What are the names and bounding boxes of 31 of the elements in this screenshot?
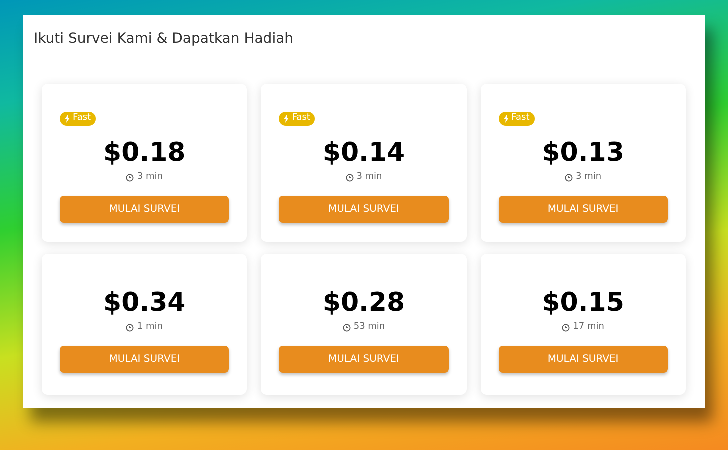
start-survey-button[interactable]: MULAI SURVEI <box>60 346 230 372</box>
fast-badge: Fast <box>279 112 316 126</box>
survey-duration: 3 min <box>137 171 163 184</box>
start-survey-button[interactable]: MULAI SURVEI <box>279 346 449 372</box>
survey-price: $0.14 <box>322 140 406 166</box>
clock-icon <box>565 174 574 182</box>
survey-duration: 17 min <box>573 321 604 334</box>
survey-duration: 3 min <box>356 171 382 184</box>
page-title: Ikuti Survei Kami & Dapatkan Hadiah <box>34 30 294 49</box>
survey-price: $0.15 <box>542 290 624 316</box>
clock-icon <box>126 324 134 332</box>
survey-price: $0.34 <box>104 290 186 316</box>
start-survey-button[interactable]: MULAI SURVEI <box>498 196 668 222</box>
fast-badge: Fast <box>498 112 535 126</box>
start-survey-button[interactable]: MULAI SURVEI <box>279 196 449 222</box>
survey-duration: 3 min <box>576 171 602 184</box>
survey-price: $0.18 <box>104 140 186 166</box>
clock-icon <box>126 174 134 182</box>
survey-price: $0.13 <box>542 140 624 166</box>
fast-badge: Fast <box>60 112 96 126</box>
bolt-icon <box>504 115 509 123</box>
survey-duration: 1 min <box>137 321 163 334</box>
clock-icon <box>342 324 351 332</box>
bolt-icon <box>284 115 290 123</box>
survey-price: $0.28 <box>322 290 406 316</box>
start-survey-button[interactable]: MULAI SURVEI <box>60 196 230 222</box>
start-survey-button[interactable]: MULAI SURVEI <box>498 346 668 372</box>
bolt-icon <box>65 115 70 123</box>
clock-icon <box>562 324 570 332</box>
clock-icon <box>346 174 354 182</box>
survey-duration: 53 min <box>354 321 386 334</box>
